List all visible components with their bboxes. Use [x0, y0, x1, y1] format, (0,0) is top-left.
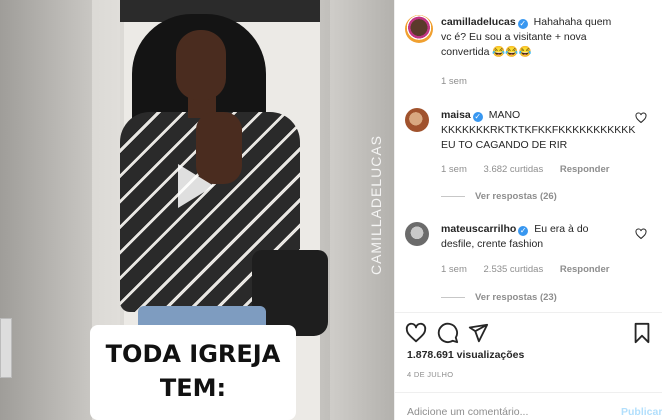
reply-button[interactable]: Responder: [560, 264, 610, 275]
publish-button[interactable]: Publicar: [621, 406, 662, 418]
comment: mateuscarrilho ✓ Eu era à do desfile, cre…: [441, 222, 621, 252]
author-avatar[interactable]: [405, 15, 433, 43]
view-replies-button[interactable]: Ver respostas (26): [441, 191, 557, 202]
overlay-line-2: TEM:: [159, 374, 227, 402]
comment-username[interactable]: mateuscarrilho: [441, 223, 516, 235]
comment-input[interactable]: [407, 406, 597, 418]
divider: [395, 392, 662, 393]
background-wall: [0, 0, 92, 420]
comment-meta: 1 sem 3.682 curtidas Responder: [441, 164, 623, 175]
view-replies-label: Ver respostas (26): [475, 191, 557, 202]
like-comment-heart-icon[interactable]: [635, 112, 647, 124]
person-face: [176, 30, 226, 100]
replies-line: [441, 296, 465, 298]
post-caption: camilladelucas ✓ Hahahaha quem vc é? Eu s…: [441, 15, 621, 60]
play-icon[interactable]: [168, 160, 220, 212]
comment-likes[interactable]: 2.535 curtidas: [484, 264, 544, 275]
bookmark-icon[interactable]: [631, 322, 653, 344]
video-watermark: CAMILLADELUCAS: [368, 135, 384, 276]
comment-likes[interactable]: 3.682 curtidas: [484, 164, 544, 175]
light-switch: [0, 318, 12, 378]
avatar[interactable]: [405, 108, 429, 132]
divider: [395, 312, 662, 313]
post-time[interactable]: 1 sem: [441, 76, 467, 87]
avatar[interactable]: [405, 222, 429, 246]
instagram-post: CAMILLADELUCAS TODA IGREJA TEM: camillad…: [0, 0, 662, 420]
post-date[interactable]: 4 DE JULHO: [407, 370, 453, 379]
view-replies-button[interactable]: Ver respostas (23): [441, 292, 557, 303]
reply-button[interactable]: Responder: [560, 164, 610, 175]
comment-time[interactable]: 1 sem: [441, 164, 467, 175]
overlay-line-1: TODA IGREJA: [105, 340, 281, 368]
video-text-overlay: TODA IGREJA TEM:: [90, 325, 296, 420]
replies-line: [441, 195, 465, 197]
verified-badge-icon: ✓: [472, 112, 483, 122]
video-player[interactable]: CAMILLADELUCAS TODA IGREJA TEM:: [0, 0, 394, 420]
comment-meta: 1 sem 2.535 curtidas Responder: [441, 264, 623, 275]
background-wall-right: [330, 0, 394, 420]
author-username[interactable]: camilladelucas: [441, 16, 516, 28]
comment-icon[interactable]: [437, 322, 459, 344]
verified-badge-icon: ✓: [518, 226, 529, 236]
comment: maisa ✓ MANO KKKKKKKRKTKTKFKKFKKKKKKKKKKK…: [441, 108, 635, 153]
comment-username[interactable]: maisa: [441, 109, 471, 121]
verified-badge-icon: ✓: [517, 19, 528, 29]
comments-panel: camilladelucas ✓ Hahahaha quem vc é? Eu s…: [394, 0, 662, 420]
like-comment-heart-icon[interactable]: [635, 228, 647, 240]
share-icon[interactable]: [467, 322, 489, 344]
view-replies-label: Ver respostas (23): [475, 292, 557, 303]
comment-time[interactable]: 1 sem: [441, 264, 467, 275]
heart-icon[interactable]: [405, 322, 427, 344]
post-meta: 1 sem: [441, 76, 481, 87]
view-count[interactable]: 1.878.691 visualizações: [407, 349, 524, 361]
